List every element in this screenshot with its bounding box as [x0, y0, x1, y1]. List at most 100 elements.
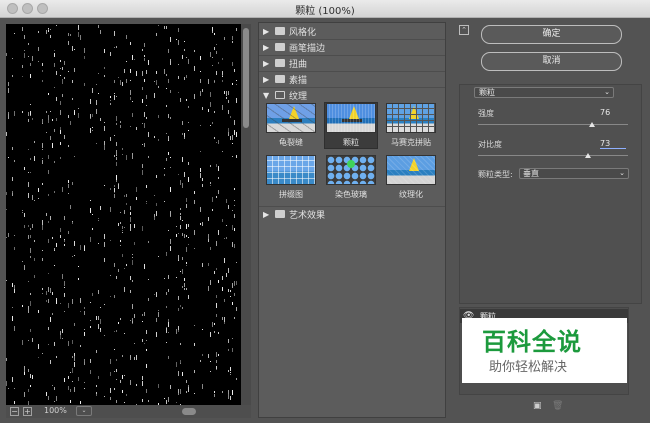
grain-streak — [194, 325, 195, 326]
grain-streak — [232, 41, 233, 43]
filter-texturizer[interactable]: 纹理化 — [385, 155, 437, 200]
grain-streak — [236, 28, 237, 31]
grain-streak — [6, 381, 7, 386]
grain-streak — [64, 311, 65, 312]
grain-streak — [200, 71, 201, 72]
grain-streak — [182, 55, 183, 59]
grain-streak — [132, 153, 133, 155]
grain-streak — [64, 244, 65, 246]
intensity-slider-track[interactable] — [478, 124, 628, 125]
preview-vertical-scroll-thumb[interactable] — [243, 28, 249, 128]
grain-streak — [114, 388, 115, 390]
grain-streak — [116, 276, 117, 279]
collapse-arrow-icon: ▼ — [263, 90, 270, 100]
grain-streak — [184, 49, 185, 51]
ok-button[interactable]: 确定 — [481, 25, 622, 44]
folder-label: 画笔描边 — [289, 43, 326, 54]
new-effect-layer-icon[interactable]: ▣ — [533, 401, 543, 411]
grain-streak — [180, 225, 181, 229]
grain-streak — [232, 62, 233, 66]
grain-streak — [116, 400, 117, 403]
folder-artistic[interactable]: ▶ 艺术效果 — [263, 207, 325, 221]
intensity-label: 强度 — [478, 109, 494, 118]
filter-stained-glass[interactable]: 染色玻璃 — [325, 155, 377, 200]
grain-streak — [228, 394, 229, 399]
grain-streak — [48, 396, 49, 400]
grain-streak — [42, 63, 43, 66]
folder-brush-strokes[interactable]: ▶ 画笔描边 — [263, 40, 325, 54]
grain-streak — [124, 375, 125, 376]
contrast-input[interactable]: 73 — [600, 138, 626, 149]
grain-streak — [68, 71, 69, 72]
grain-streak — [8, 233, 9, 237]
preview-canvas[interactable] — [6, 24, 241, 405]
grain-type-select[interactable]: 垂直 ⌄ — [519, 168, 629, 179]
intensity-input[interactable]: 76 — [600, 107, 626, 118]
filter-grain[interactable]: 颗粒 — [324, 102, 378, 149]
folder-sketch[interactable]: ▶ 素描 — [263, 72, 307, 86]
grain-streak — [214, 271, 215, 274]
grain-streak — [168, 356, 169, 359]
grain-streak — [194, 393, 195, 394]
grain-streak — [104, 145, 105, 150]
grain-streak — [156, 318, 157, 322]
zoom-out-button[interactable]: − — [10, 407, 19, 416]
grain-streak — [170, 90, 171, 93]
grain-streak — [218, 332, 219, 334]
grain-streak — [116, 180, 117, 182]
grain-streak — [62, 79, 63, 84]
filter-select[interactable]: 颗粒 ⌄ — [474, 87, 614, 98]
grain-streak — [224, 37, 225, 40]
grain-streak — [132, 257, 133, 258]
filter-mosaic-tiles[interactable]: 马赛克拼贴 — [385, 103, 437, 148]
grain-streak — [180, 208, 181, 210]
grain-streak — [182, 157, 183, 162]
grain-streak — [48, 120, 49, 123]
grain-streak — [28, 119, 29, 122]
grain-streak — [38, 47, 39, 51]
filter-craquelure[interactable]: 龟裂缝 — [265, 103, 317, 148]
grain-streak — [186, 57, 187, 58]
thumbnail-image — [386, 103, 436, 133]
grain-streak — [116, 369, 117, 372]
intensity-slider-knob[interactable] — [589, 122, 595, 127]
grain-streak — [234, 69, 235, 72]
grain-streak — [48, 327, 49, 330]
grain-streak — [8, 88, 9, 93]
grain-streak — [178, 255, 179, 260]
grain-streak — [64, 77, 65, 79]
grain-streak — [56, 396, 57, 401]
grain-streak — [124, 210, 125, 214]
grain-streak — [156, 292, 157, 297]
collapse-gallery-button[interactable]: ⌃ — [459, 25, 469, 35]
grain-streak — [122, 390, 123, 393]
preview-horizontal-scroll-thumb[interactable] — [182, 408, 196, 415]
zoom-in-button[interactable]: + — [23, 407, 32, 416]
grain-streak — [210, 361, 211, 362]
cancel-button[interactable]: 取消 — [481, 52, 622, 71]
grain-streak — [146, 95, 147, 99]
grain-streak — [54, 401, 55, 402]
grain-streak — [180, 389, 181, 394]
expand-arrow-icon: ▶ — [263, 74, 270, 84]
filter-patchwork[interactable]: 拼缀图 — [265, 155, 317, 200]
preview-vertical-scrollbar[interactable] — [241, 24, 251, 405]
contrast-slider-knob[interactable] — [584, 153, 591, 158]
zoom-dropdown[interactable]: ⌄ — [76, 406, 92, 416]
delete-effect-layer-icon[interactable]: 🗑 — [552, 401, 563, 411]
grain-streak — [232, 156, 233, 157]
grain-streak — [186, 204, 187, 208]
folder-texture[interactable]: ▼ 纹理 — [263, 88, 307, 102]
grain-streak — [188, 177, 189, 182]
grain-streak — [156, 71, 157, 74]
grain-streak — [48, 170, 49, 174]
folder-distort[interactable]: ▶ 扭曲 — [263, 56, 307, 70]
grain-streak — [144, 43, 145, 47]
folder-stylize[interactable]: ▶ 风格化 — [263, 24, 316, 38]
grain-streak — [216, 352, 217, 357]
contrast-slider-track[interactable] — [478, 155, 628, 156]
grain-streak — [232, 348, 233, 352]
grain-streak — [202, 329, 203, 330]
grain-streak — [168, 319, 169, 322]
grain-streak — [130, 290, 131, 293]
